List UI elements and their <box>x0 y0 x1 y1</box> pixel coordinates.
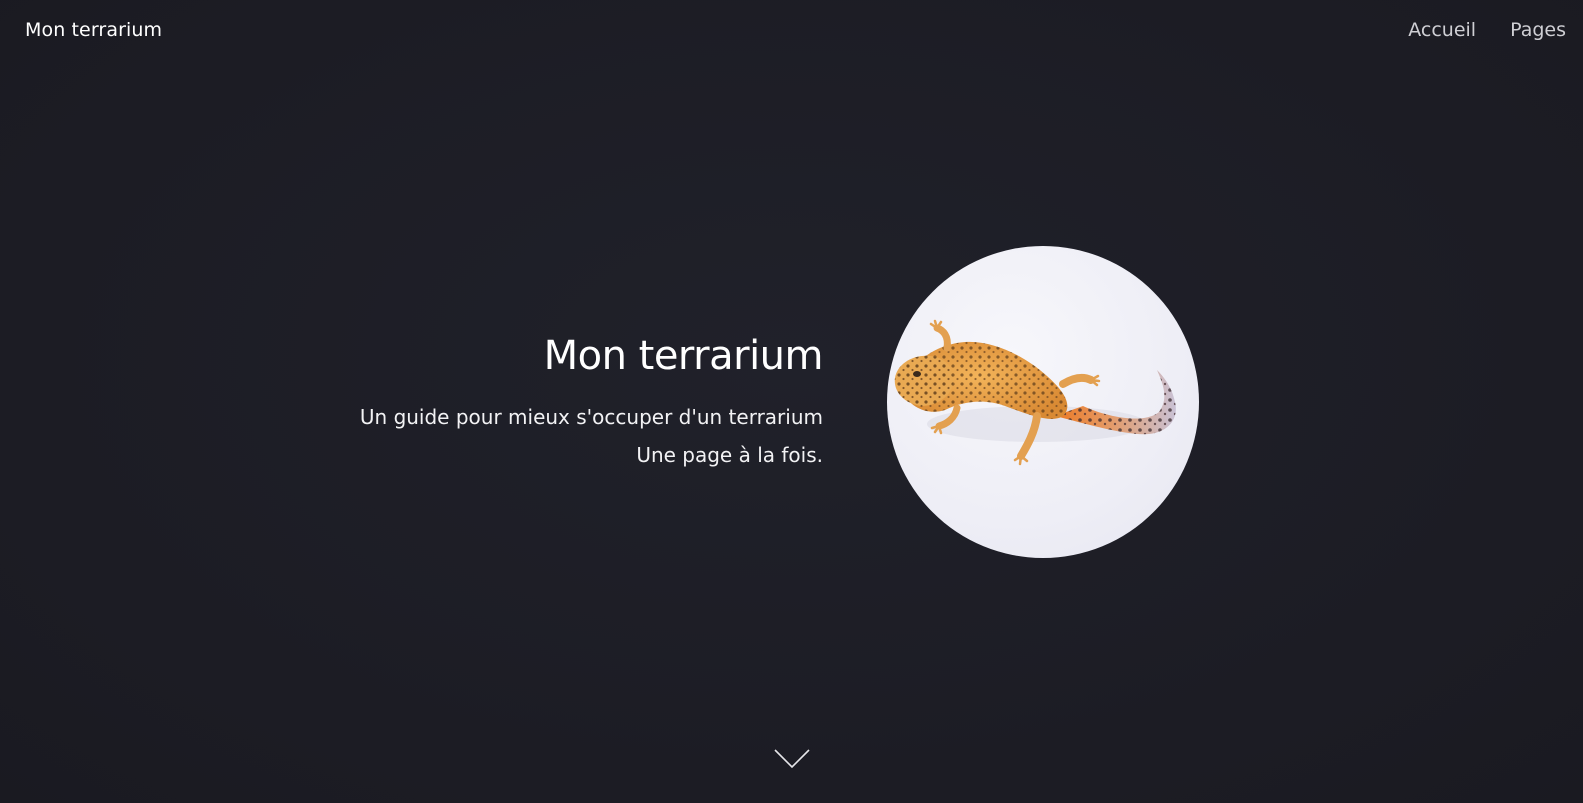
nav-link-accueil[interactable]: Accueil <box>1408 19 1476 41</box>
hero-text: Mon terrarium Un guide pour mieux s'occu… <box>359 328 824 474</box>
gecko-illustration <box>894 319 1176 466</box>
nav-links: Accueil Pages <box>1408 19 1566 41</box>
hero-title: Mon terrarium <box>543 333 824 379</box>
nav-link-pages[interactable]: Pages <box>1510 19 1566 41</box>
brand-link[interactable]: Mon terrarium <box>25 19 162 41</box>
scroll-down-button[interactable] <box>773 748 811 770</box>
hero-gecko-image <box>887 246 1199 558</box>
chevron-down-icon <box>774 749 810 769</box>
hero-tagline: Une page à la fois. <box>636 443 823 467</box>
navbar: Mon terrarium Accueil Pages <box>0 0 1583 62</box>
page: Mon terrarium Accueil Pages Mon terrariu… <box>0 0 1583 803</box>
hero-subtitle: Un guide pour mieux s'occuper d'un terra… <box>359 405 823 429</box>
